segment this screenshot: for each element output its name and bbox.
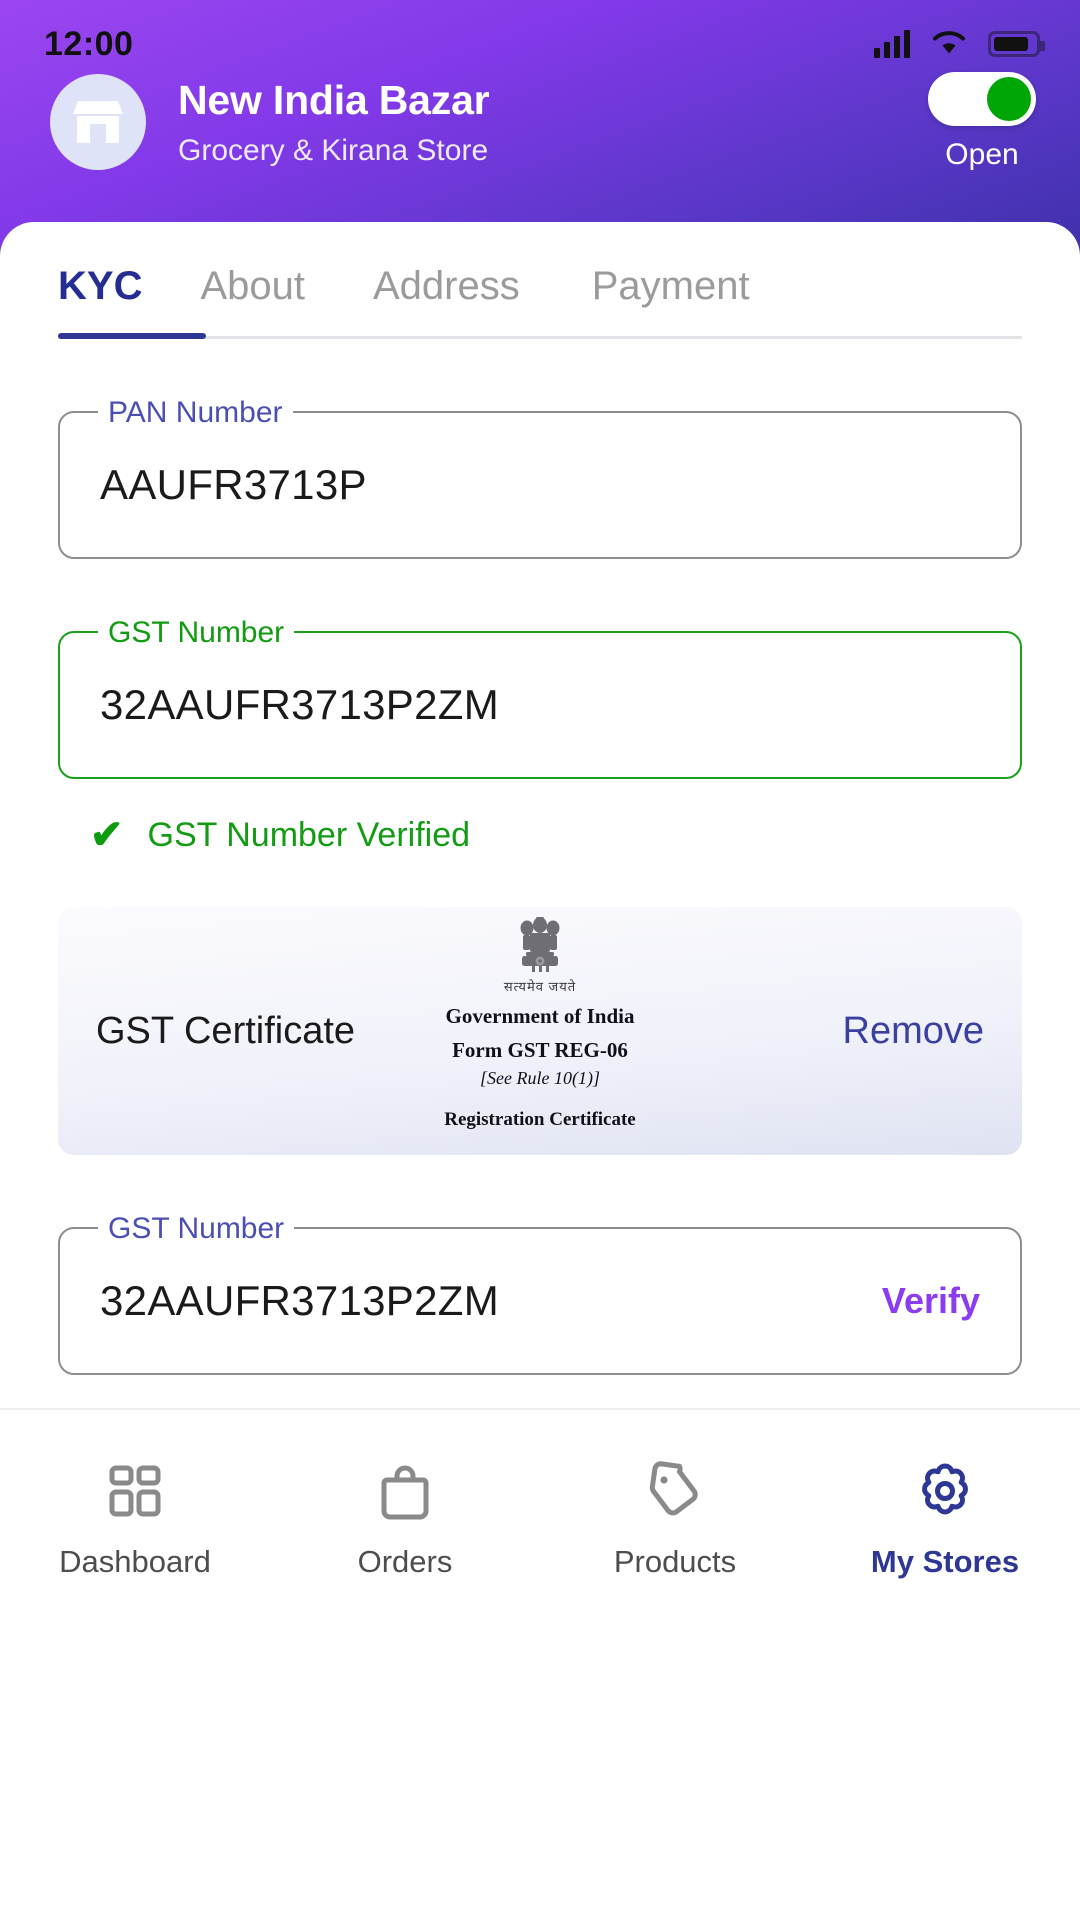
remove-certificate-button[interactable]: Remove: [843, 1010, 985, 1053]
verify-button[interactable]: Verify: [882, 1280, 980, 1322]
toggle-label: Open: [945, 138, 1019, 171]
status-icons: [874, 29, 1045, 60]
toggle-knob: [987, 77, 1031, 121]
gst-number-entry-label: GST Number: [98, 1212, 295, 1246]
status-bar: 12:00: [0, 0, 1080, 66]
gst-number-verified-label: GST Number: [98, 616, 295, 650]
gst-verified-status: ✔ GST Number Verified: [58, 815, 1022, 855]
app-screen: 12:00 New India Bazar Grocery & Kirana S…: [0, 0, 1080, 1920]
store-info-row: New India Bazar Grocery & Kirana Store O…: [0, 66, 1080, 172]
certificate-motto: सत्यमेव जयते: [503, 979, 577, 994]
store-name: New India Bazar: [178, 76, 490, 123]
tab-bar: KYC About Address Payment: [0, 222, 1080, 339]
tab-about[interactable]: About: [200, 264, 305, 339]
gst-number-verified-field[interactable]: GST Number 32AAUFR3713P2ZM: [58, 616, 1022, 779]
tab-active-indicator: [58, 333, 206, 339]
certificate-preview: सत्यमेव जयते Government of India Form GS…: [375, 913, 705, 1131]
gst-certificate-card[interactable]: सत्यमेव जयते Government of India Form GS…: [58, 907, 1022, 1155]
tab-kyc[interactable]: KYC: [58, 264, 142, 339]
certificate-rule: [See Rule 10(1)]: [480, 1068, 600, 1088]
check-icon: ✔: [90, 813, 124, 857]
cellular-signal-icon: [874, 30, 910, 58]
nav-item-orders[interactable]: Orders: [270, 1458, 540, 1580]
store-subtitle: Grocery & Kirana Store: [178, 134, 489, 168]
storefront-icon: [50, 74, 146, 170]
wifi-icon: [932, 29, 966, 60]
gst-number-entry-field[interactable]: GST Number 32AAUFR3713P2ZM Verify: [58, 1212, 1022, 1375]
nav-label-orders: Orders: [357, 1544, 453, 1579]
india-state-emblem-icon: [520, 917, 560, 972]
store-open-toggle[interactable]: [928, 72, 1036, 126]
tab-address[interactable]: Address: [373, 264, 520, 339]
certificate-name: GST Certificate: [96, 1009, 356, 1052]
kyc-form: PAN Number AAUFR3713P GST Number 32AAUFR…: [0, 396, 1080, 1553]
pan-number-label: PAN Number: [98, 396, 293, 430]
gst-number-entry-value: 32AAUFR3713P2ZM: [100, 1277, 500, 1324]
pan-number-field[interactable]: PAN Number AAUFR3713P: [58, 396, 1022, 559]
status-time: 12:00: [44, 24, 134, 63]
certificate-line1: Government of India: [445, 1004, 635, 1028]
shopping-bag-icon: [376, 1458, 434, 1524]
gst-number-verified-value: 32AAUFR3713P2ZM: [100, 681, 500, 728]
tab-payment[interactable]: Payment: [592, 264, 750, 339]
nav-label-my-stores: My Stores: [870, 1544, 1020, 1579]
bottom-navigation: Dashboard Orders Products My Stores: [0, 1408, 1080, 1920]
certificate-line2: Form GST REG-06: [452, 1038, 628, 1062]
grid-dashboard-icon: [106, 1458, 164, 1524]
nav-item-my-stores[interactable]: My Stores: [810, 1458, 1080, 1580]
pan-number-value: AAUFR3713P: [100, 461, 367, 508]
nav-item-dashboard[interactable]: Dashboard: [0, 1458, 270, 1580]
store-open-toggle-group[interactable]: Open: [928, 72, 1036, 172]
nav-label-dashboard: Dashboard: [59, 1544, 211, 1579]
gst-verified-text: GST Number Verified: [147, 815, 471, 854]
store-text: New India Bazar Grocery & Kirana Store: [178, 77, 928, 168]
nav-label-products: Products: [613, 1544, 737, 1579]
certificate-title: Registration Certificate: [444, 1109, 636, 1130]
gear-icon: [914, 1458, 976, 1524]
nav-item-products[interactable]: Products: [540, 1458, 810, 1580]
price-tag-icon: [645, 1458, 705, 1524]
battery-icon: [988, 31, 1045, 57]
